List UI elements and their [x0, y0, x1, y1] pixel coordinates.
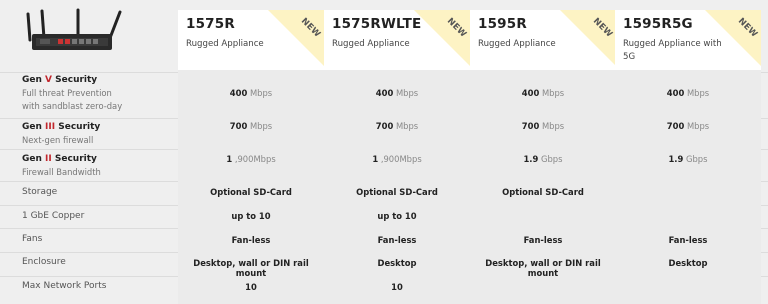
copper-value: up to 10: [377, 211, 417, 221]
gen2-value: 1.9 Gbps: [523, 154, 563, 164]
gen3-value: 700 Mbps: [521, 121, 565, 131]
product-header[interactable]: 1575RWLTE Rugged Appliance NEW: [324, 10, 470, 70]
product-header[interactable]: 1595R Rugged Appliance NEW: [470, 10, 616, 70]
fans-value: Fan-less: [668, 235, 708, 245]
gen3-value: 700 Mbps: [229, 121, 273, 131]
product-column: 1575R Rugged Appliance NEW 400 Mbps 700 …: [178, 10, 324, 304]
row-label-gen5: Gen V Security Full threat Prevention wi…: [22, 75, 123, 111]
product-header[interactable]: 1595R5G Rugged Appliance with 5G NEW: [615, 10, 761, 70]
product-column: 1595R5G Rugged Appliance with 5G NEW 400…: [615, 10, 761, 304]
gen5-value: 400 Mbps: [666, 88, 710, 98]
gen2-value: 1 ,900Mbps: [372, 154, 422, 164]
product-column: 1575RWLTE Rugged Appliance NEW 400 Mbps …: [324, 10, 470, 304]
gen5-value: 400 Mbps: [375, 88, 419, 98]
row-label-ports: Max Network Ports: [22, 281, 107, 291]
product-column: 1595R Rugged Appliance NEW 400 Mbps 700 …: [470, 10, 616, 304]
row-label-enclosure: Enclosure: [22, 257, 66, 267]
ports-value: 10: [245, 282, 257, 292]
gen3-value: 700 Mbps: [375, 121, 419, 131]
fans-value: Fan-less: [231, 235, 271, 245]
enclosure-value: Desktop, wall or DIN rail mount: [193, 258, 309, 278]
product-model[interactable]: 1575R: [186, 16, 235, 32]
product-model[interactable]: 1575RWLTE: [332, 16, 421, 32]
ports-value: 10: [391, 282, 403, 292]
copper-value: up to 10: [231, 211, 271, 221]
storage-value: Optional SD-Card: [502, 187, 584, 197]
gen2-value: 1 ,900Mbps: [226, 154, 276, 164]
gen5-value: 400 Mbps: [229, 88, 273, 98]
fans-value: Fan-less: [377, 235, 417, 245]
gen2-value: 1.9 Gbps: [668, 154, 708, 164]
row-label-gen3: Gen III Security Next-gen firewall: [22, 122, 101, 145]
storage-value: Optional SD-Card: [210, 187, 292, 197]
product-model[interactable]: 1595R: [478, 16, 527, 32]
storage-value: Optional SD-Card: [356, 187, 438, 197]
enclosure-value: Desktop: [668, 258, 708, 268]
row-label-gen2: Gen II Security Firewall Bandwidth: [22, 154, 101, 177]
enclosure-value: Desktop: [377, 258, 417, 268]
gen5-value: 400 Mbps: [521, 88, 565, 98]
enclosure-value: Desktop, wall or DIN rail mount: [485, 258, 601, 278]
product-model[interactable]: 1595R5G: [623, 16, 693, 32]
product-header[interactable]: 1575R Rugged Appliance NEW: [178, 10, 324, 70]
row-label-fans: Fans: [22, 234, 43, 244]
row-label-copper: 1 GbE Copper: [22, 211, 85, 221]
router-image: [26, 8, 122, 50]
fans-value: Fan-less: [523, 235, 563, 245]
gen3-value: 700 Mbps: [666, 121, 710, 131]
comparison-table: Gen V Security Full threat Prevention wi…: [0, 0, 768, 304]
row-label-storage: Storage: [22, 187, 58, 197]
